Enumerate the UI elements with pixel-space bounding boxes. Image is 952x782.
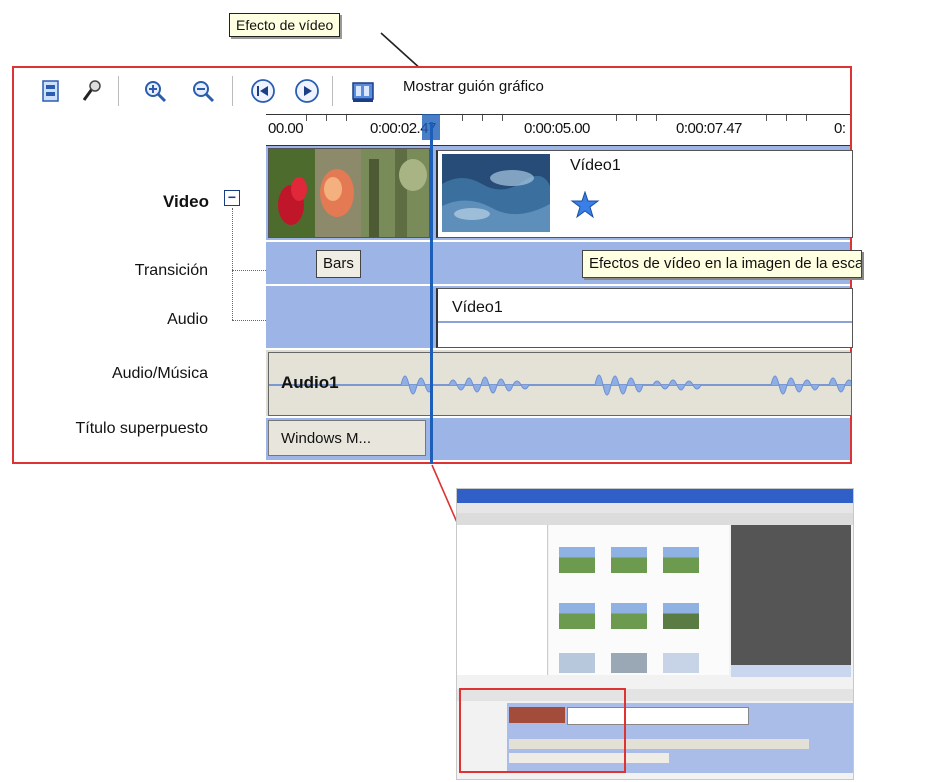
toolbar-divider (332, 76, 333, 106)
mini-tasks-pane (457, 525, 548, 675)
rewind-icon[interactable] (250, 78, 276, 104)
track-label-audio-music: Audio/Música (111, 365, 208, 382)
water-thumbnail (442, 154, 550, 232)
mini-toolbar (457, 513, 853, 525)
ruler-time: 00.00 (268, 120, 304, 137)
tree-line (232, 270, 266, 271)
track-label-transition: Transición (134, 262, 208, 279)
track-label-video: Video (163, 192, 209, 211)
mini-menubar (457, 503, 853, 513)
mini-collection-pane (549, 525, 729, 675)
music-clip-title: Audio1 (281, 373, 339, 392)
audio-waveform (269, 374, 851, 396)
audio-clip-title: Vídeo1 (452, 299, 503, 316)
video-clip-flowers[interactable] (268, 148, 430, 238)
play-icon[interactable] (294, 78, 320, 104)
ruler-time: 0:00:07.47 (676, 120, 742, 137)
video-effect-tooltip: Efectos de vídeo en la imagen de la esca (582, 250, 862, 278)
flowers-thumbnail (269, 149, 429, 237)
toolbar-divider (118, 76, 119, 106)
narrate-mic-icon[interactable] (78, 78, 104, 104)
time-ruler[interactable]: 00.00 0:00:02.47 0:00:05.00 0:00:07.47 0… (266, 114, 850, 146)
transition-bars[interactable]: Bars (316, 250, 361, 278)
zoom-in-icon[interactable] (142, 78, 168, 104)
mini-preview-monitor (731, 525, 851, 665)
title-clip-windows[interactable]: Windows M... (268, 420, 426, 456)
ruler-time: 0:00:05.00 (524, 120, 590, 137)
playhead-handle[interactable] (422, 114, 440, 140)
tree-line (232, 208, 233, 320)
film-storyboard-icon[interactable] (350, 78, 376, 104)
playhead[interactable] (430, 122, 433, 464)
ruler-time: 0: (834, 120, 846, 137)
track-label-audio: Audio (167, 311, 208, 328)
toolbar-divider (232, 76, 233, 106)
mini-preview-controls (731, 665, 851, 677)
track-label-title-overlay: Título superpuesto (75, 420, 208, 437)
collapse-toggle[interactable]: − (224, 190, 240, 206)
music-clip-audio1[interactable]: Audio1 (268, 352, 852, 416)
storyboard-icon[interactable] (38, 78, 64, 104)
mini-titlebar (457, 489, 853, 503)
zoom-out-icon[interactable] (190, 78, 216, 104)
tree-line (232, 320, 266, 321)
video-effect-star-icon[interactable] (570, 191, 600, 219)
timeline-toolbar: Mostrar guión gráfico (14, 68, 850, 114)
audio-clip-video1[interactable]: Vídeo1 (436, 288, 853, 348)
video-clip-video1[interactable]: Vídeo1 (436, 150, 853, 238)
zoom-highlight-frame (459, 688, 626, 773)
video-clip-title: Vídeo1 (570, 157, 621, 174)
show-storyboard-button[interactable]: Mostrar guión gráfico (403, 78, 544, 95)
